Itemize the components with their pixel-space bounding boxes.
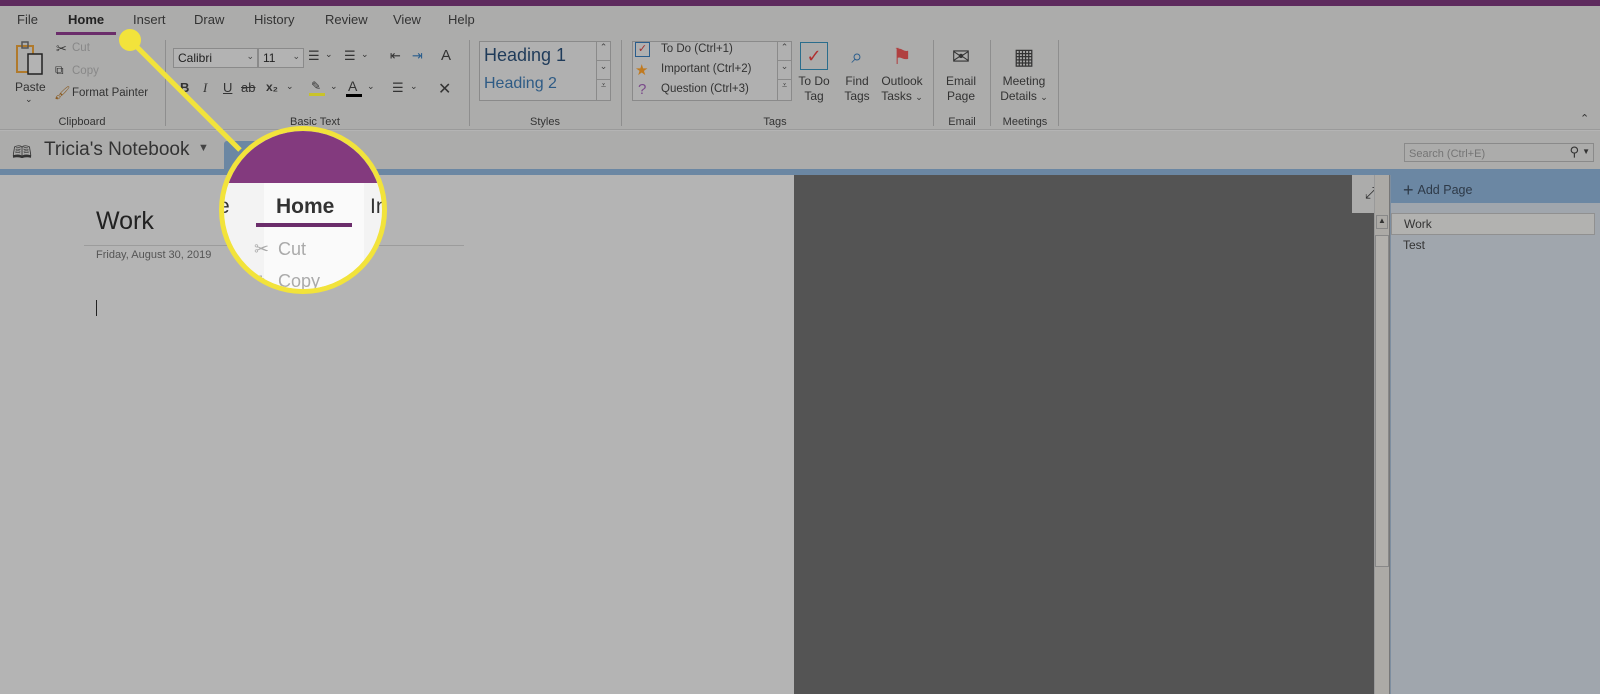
magnified-active-underline bbox=[256, 223, 352, 227]
magnifier-callout: e Home In ✂ Cut ⧉ Copy bbox=[219, 126, 387, 294]
magnified-scissors-icon: ✂ bbox=[254, 239, 270, 259]
callout-pointer-dot bbox=[119, 29, 141, 51]
magnified-cut-label: Cut bbox=[278, 239, 307, 259]
magnified-copy-icon: ⧉ bbox=[252, 271, 265, 291]
magnified-tab-fragment-right: In bbox=[370, 195, 387, 218]
magnified-tab-fragment-left: e bbox=[219, 195, 230, 218]
magnified-copy-label: Copy bbox=[278, 271, 321, 291]
magnified-title-bar bbox=[224, 131, 382, 183]
callout-line bbox=[128, 38, 242, 152]
magnified-home-tab: Home bbox=[276, 195, 335, 218]
